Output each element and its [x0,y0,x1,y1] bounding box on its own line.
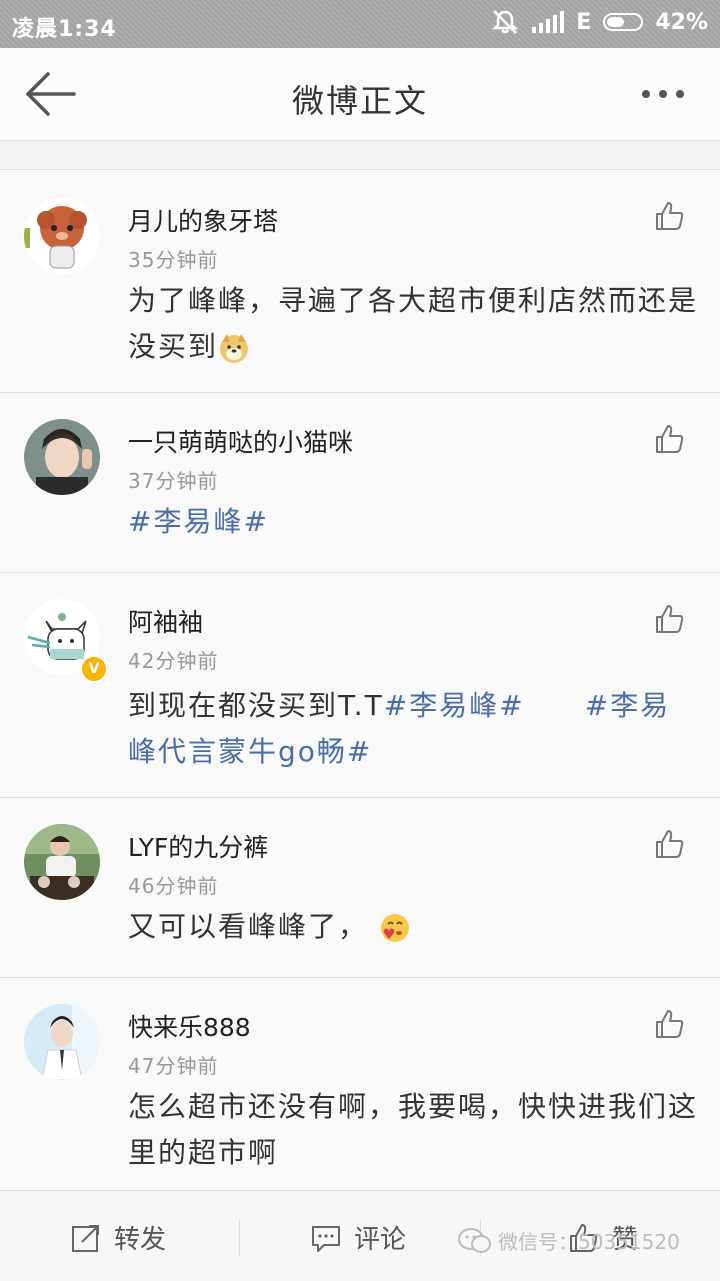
thumb-up-icon[interactable] [654,828,686,860]
page-title: 微博正文 [291,82,428,120]
comment-time: 47分钟前 [128,1054,219,1078]
network-type: E [576,9,592,35]
comment-text: 怎么超市还没有啊，我要喝，快快进我们这里的超市啊 [128,1090,699,1169]
avatar[interactable] [24,419,100,495]
comment-author[interactable]: 月儿的象牙塔 [128,202,278,238]
repost-button[interactable]: 转发 [70,1219,166,1256]
thumb-up-icon[interactable] [654,603,686,635]
signal-icon [532,11,565,33]
hashtag-link[interactable]: #李易峰# [384,689,525,722]
comment-time: 42分钟前 [128,649,219,673]
status-bar: 凌晨1:34 E 42% [0,0,720,48]
comment-item: V 阿袖袖 42分钟前 到现在都没买到T.T#李易峰# #李易峰代言蒙牛go畅# [0,573,720,798]
thumb-up-icon[interactable] [654,1008,686,1040]
comment-icon [312,1225,340,1252]
doge-emoji [220,334,249,363]
battery-percent: 42% [655,9,708,35]
comment-author[interactable]: 一只萌萌哒的小猫咪 [128,423,353,459]
thumb-up-icon[interactable] [654,423,686,455]
comment-item: 月儿的象牙塔 35分钟前 为了峰峰，寻遍了各大超市便利店然而还是没买到 [0,170,720,393]
comment-item: LYF的九分裤 46分钟前 又可以看峰峰了， [0,798,720,978]
hashtag-link[interactable]: #李易峰# [128,505,269,538]
wechat-watermark: 微信号：50351520 [458,1226,680,1255]
comment-author[interactable]: LYF的九分裤 [128,828,268,864]
comment-button[interactable]: 评论 [310,1219,406,1256]
comment-time: 35分钟前 [128,248,219,272]
avatar[interactable] [24,824,100,900]
wechat-icon [458,1227,491,1253]
love-emoji [380,914,409,942]
comment-author[interactable]: 快来乐888 [128,1008,251,1044]
comment-time: 37分钟前 [128,469,219,493]
comment-text: 到现在都没买到T.T#李易峰# #李易峰代言蒙牛go畅# [128,689,671,768]
more-dots-icon[interactable] [642,82,690,106]
avatar[interactable] [24,1004,100,1080]
verified-badge-icon: V [80,655,108,683]
comment-item: 一只萌萌哒的小猫咪 37分钟前 #李易峰# [0,393,720,573]
battery-icon [603,13,644,31]
section-divider [0,141,720,170]
nav-bar: 微博正文 [0,48,720,141]
avatar[interactable] [24,198,100,274]
mute-icon [492,10,519,34]
repost-icon [72,1224,99,1252]
thumb-up-icon[interactable] [654,200,686,232]
status-time: 凌晨1:34 [12,17,117,42]
comment-item: 快来乐888 47分钟前 怎么超市还没有啊，我要喝，快快进我们这里的超市啊 [0,978,720,1198]
comment-time: 46分钟前 [128,874,219,898]
comment-text: 又可以看峰峰了， [128,904,698,950]
comment-text: 为了峰峰，寻遍了各大超市便利店然而还是没买到 [128,284,699,363]
comment-text: #李易峰# [128,499,698,545]
comment-list: 月儿的象牙塔 35分钟前 为了峰峰，寻遍了各大超市便利店然而还是没买到 一只萌萌… [0,170,720,1198]
comment-author[interactable]: 阿袖袖 [128,603,203,639]
